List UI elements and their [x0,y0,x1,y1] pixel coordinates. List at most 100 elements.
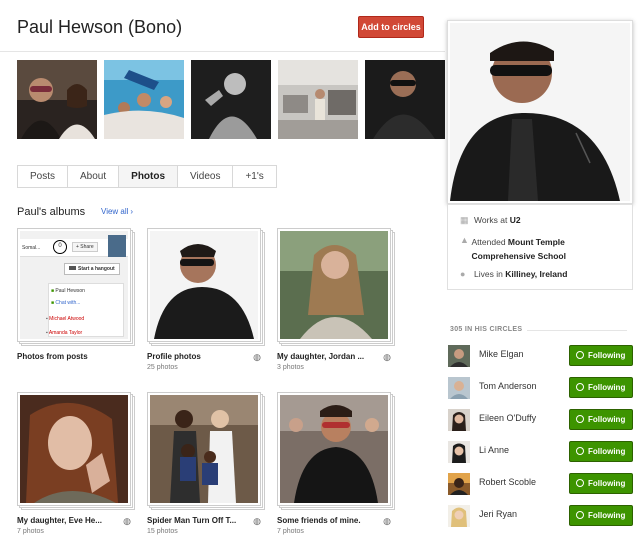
globe-icon: ◍ [253,516,261,526]
profile-header: Paul Hewson (Bono) Add to circles [0,0,445,52]
circle-icon [576,383,584,391]
view-all-link[interactable]: View all › [101,207,133,216]
person-name[interactable]: Jeri Ryan [479,509,517,519]
hangout-count: 0 [53,240,67,254]
person-name[interactable]: Robert Scoble [479,477,536,487]
avatar[interactable] [448,345,470,367]
person-name[interactable]: Mike Elgan [479,349,524,359]
album-thumbnail [147,392,261,506]
avatar[interactable] [448,409,470,431]
avatar[interactable] [448,473,470,495]
album-title: Profile photos [147,352,201,361]
album-thumbnail [147,228,261,342]
album-title: My daughter, Jordan ... [277,352,365,361]
albums-title: Paul's albums [17,206,86,218]
location-pin-icon: ● [460,269,466,279]
globe-icon: ◍ [383,352,391,362]
hangout-avatar [108,235,126,257]
works-label: Works at [474,215,508,225]
globe-icon: ◍ [123,516,131,526]
tab-photos[interactable]: Photos [119,166,179,187]
album-thumbnail: Somal... 0 + Share Start a hangout ■ Pau… [17,228,131,342]
about-summary: ▦ Works at U2 ▲ Attended Mount Temple Co… [447,204,633,290]
album-title: Some friends of mine. [277,516,361,525]
hangout-name-2: ■ Chat with... [51,300,81,306]
circle-person: Mike Elgan Following [448,345,634,369]
album-count: 7 photos [277,528,304,535]
circles-title: 305 IN HIS CIRCLES [450,326,523,333]
hangout-name-1: ■ Paul Hewson [51,288,85,294]
globe-icon: ◍ [383,516,391,526]
tab-plus-ones[interactable]: +1's [233,166,275,187]
video-icon [69,266,76,270]
works-value[interactable]: U2 [510,215,521,225]
circle-icon [576,415,584,423]
album-title: Spider Man Turn Off T... [147,516,237,525]
avatar[interactable] [448,441,470,463]
following-button[interactable]: Following [569,345,633,366]
circle-person: Jeri Ryan Following [448,505,634,529]
circle-icon [576,479,584,487]
following-button[interactable]: Following [569,441,633,462]
profile-photo[interactable] [447,20,633,204]
divider [527,330,627,331]
hangout-partial-text: Somal... [22,245,41,251]
following-label: Following [588,447,626,456]
attended-label: Attended [471,237,506,247]
following-button[interactable]: Following [569,409,633,430]
tab-posts[interactable]: Posts [18,166,69,187]
attended-row: ▲ Attended Mount Temple Comprehensive Sc… [460,235,628,263]
profile-tabs: Posts About Photos Videos +1's [17,165,277,188]
profile-name: Paul Hewson (Bono) [17,17,183,37]
circle-icon [576,351,584,359]
album-count: 3 photos [277,364,304,371]
album-title: My daughter, Eve He... [17,516,102,525]
globe-icon: ◍ [253,352,261,362]
hangout-share-button: + Share [72,242,98,252]
strip-photo-1[interactable] [17,60,97,139]
lives-label: Lives in [474,269,503,279]
person-name[interactable]: Li Anne [479,445,509,455]
following-button[interactable]: Following [569,505,633,526]
circle-person: Eileen O'Duffy Following [448,409,634,433]
strip-photo-3[interactable] [191,60,271,139]
graduation-cap-icon: ▲ [460,235,469,245]
album-count: 15 photos [147,528,178,535]
person-name[interactable]: Tom Anderson [479,381,537,391]
hangout-name-3: ▪ Michael Atwood [46,316,85,322]
album-thumbnail [277,392,391,506]
following-label: Following [588,351,626,360]
circle-person: Robert Scoble Following [448,473,634,497]
start-hangout-label: Start a hangout [78,266,115,272]
person-name[interactable]: Eileen O'Duffy [479,413,536,423]
circle-icon [576,511,584,519]
start-hangout-button: Start a hangout [64,263,120,275]
tab-videos[interactable]: Videos [178,166,234,187]
strip-photo-4[interactable] [278,60,358,139]
following-button[interactable]: Following [569,377,633,398]
following-button[interactable]: Following [569,473,633,494]
chevron-right-icon: › [130,207,134,216]
album-thumbnail [17,392,131,506]
building-icon: ▦ [460,215,469,225]
circle-icon [576,447,584,455]
avatar[interactable] [448,505,470,527]
strip-photo-2[interactable] [104,60,184,139]
circle-person: Li Anne Following [448,441,634,465]
lives-row: ● Lives in Killiney, Ireland [460,269,567,279]
view-all-label: View all [101,207,129,216]
following-label: Following [588,415,626,424]
circle-person: Tom Anderson Following [448,377,634,401]
add-to-circles-button[interactable]: Add to circles [358,16,424,38]
album-thumbnail [277,228,391,342]
following-label: Following [588,479,626,488]
following-label: Following [588,511,626,520]
avatar[interactable] [448,377,470,399]
following-label: Following [588,383,626,392]
tab-about[interactable]: About [68,166,120,187]
works-row: ▦ Works at U2 [460,215,521,226]
album-count: 7 photos [17,528,44,535]
lives-value[interactable]: Killiney, Ireland [505,269,567,279]
strip-photo-5[interactable] [365,60,445,139]
album-count: 25 photos [147,364,178,371]
